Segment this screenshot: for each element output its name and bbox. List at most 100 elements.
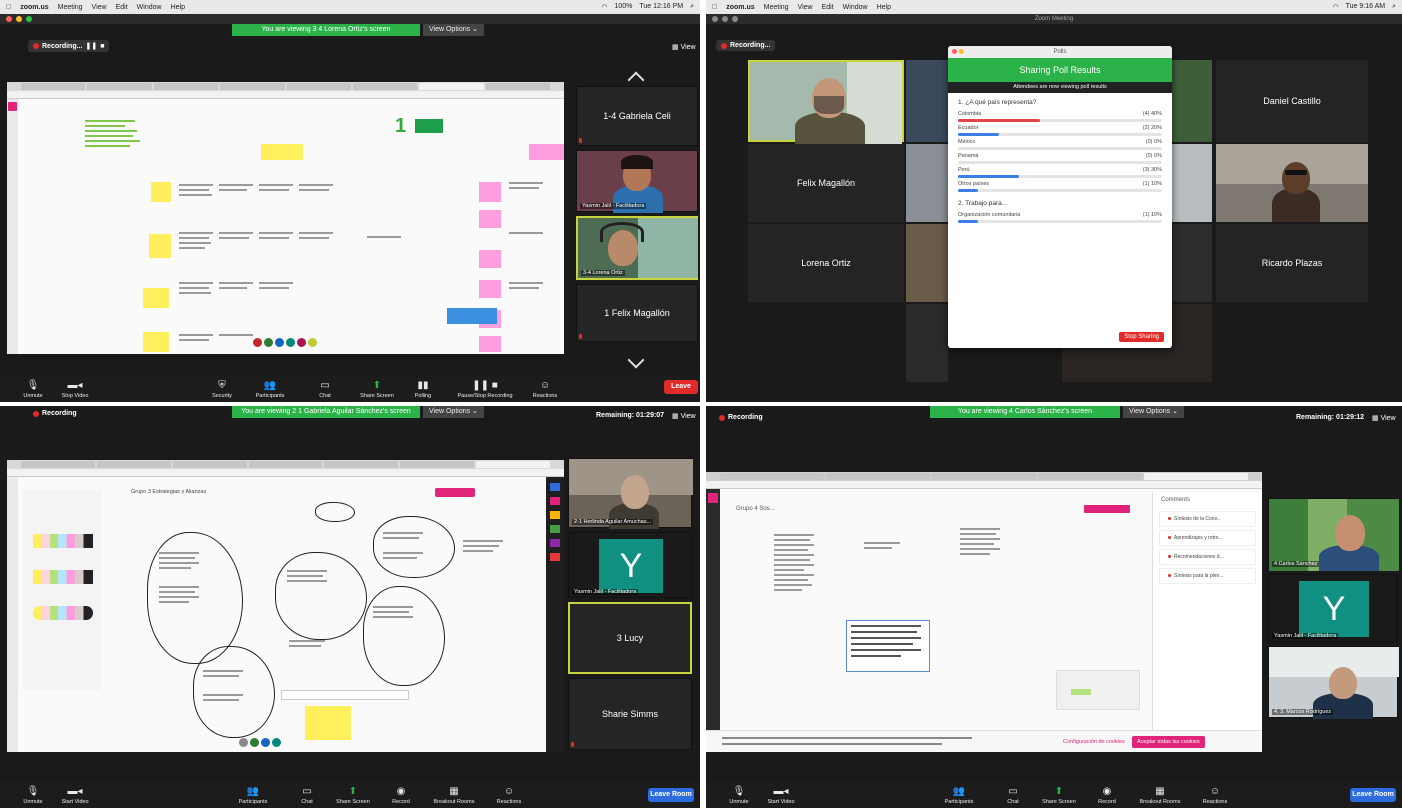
menu-window[interactable]: Window <box>137 4 162 11</box>
battery-status[interactable]: 100% <box>614 3 632 11</box>
wifi-icon[interactable]: ◠ <box>1333 3 1339 11</box>
view-button[interactable]: ▦ View <box>672 43 696 51</box>
participant-tile[interactable]: Lorena Ortiz <box>748 224 904 302</box>
app-menu[interactable]: zoom.us <box>726 4 754 11</box>
active-speaker-video[interactable]: 3-4 Lorena Ortiz <box>576 216 698 280</box>
comment-item[interactable]: Síntesis de la Conv... <box>1159 511 1256 527</box>
accept-cookies-button[interactable]: Aceptar todas las cookies <box>1132 736 1205 748</box>
participants-button[interactable]: 👥 Participants <box>245 380 295 399</box>
chat-button[interactable]: ▭ Chat <box>988 786 1038 805</box>
menubar-clock[interactable]: Tue 9:16 AM <box>1346 3 1385 11</box>
sticky-note[interactable] <box>479 210 501 228</box>
search-icon[interactable]: ⌕ <box>1392 3 1396 11</box>
shared-screen[interactable]: Grupo 4 Sos... Comments Síntesis de la C… <box>706 472 1262 752</box>
menu-meeting[interactable]: Meeting <box>58 4 83 11</box>
participant-video[interactable]: Yasmin Jalil - Facilitadora <box>576 150 698 213</box>
sticky-edit-toolbar[interactable] <box>281 690 409 700</box>
view-options-button[interactable]: View Options ⌄ <box>423 406 484 418</box>
view-options-button[interactable]: View Options ⌄ <box>1123 406 1184 418</box>
reactions-button[interactable]: ☺ Reactions <box>520 380 570 399</box>
miro-toolbar[interactable] <box>706 489 720 730</box>
start-video-button[interactable]: ▬◂ Start Video <box>50 786 100 805</box>
board-share-button[interactable] <box>1084 505 1130 513</box>
menu-help[interactable]: Help <box>171 4 185 11</box>
apple-menu-icon[interactable]:  <box>712 4 717 11</box>
sticky-note[interactable] <box>143 332 169 352</box>
comment-item[interactable]: Aprendizajes y retro... <box>1159 530 1256 546</box>
sticky-note[interactable] <box>479 280 501 298</box>
security-button[interactable]: ⛨ Security <box>197 380 247 399</box>
breakout-rooms-button[interactable]: ▦ Breakout Rooms <box>424 786 484 805</box>
sticky-note[interactable] <box>143 288 169 308</box>
shared-screen[interactable]: Grupo 3 Estrategias y Alianzas <box>7 460 564 752</box>
participants-button[interactable]: 👥 Participants <box>228 786 278 805</box>
participant-video[interactable]: 4 Carlos Sánchez <box>1268 498 1399 571</box>
cookie-settings-link[interactable]: Configuración de cookies <box>1058 736 1130 748</box>
participant-video[interactable] <box>906 144 948 222</box>
poll-results-window[interactable]: Polls Sharing Poll Results Attendees are… <box>948 46 1172 348</box>
participant-tile[interactable]: Ricardo Plazas <box>1216 224 1368 302</box>
collaborator-avatars[interactable] <box>239 738 281 747</box>
participant-avatar-tile[interactable]: Y Yasmin Jalil - Facilitadora <box>1268 574 1398 642</box>
recording-indicator[interactable]: Recording... <box>716 40 776 51</box>
participant-video[interactable] <box>906 60 948 142</box>
participants-button[interactable]: 👥 Participants <box>934 786 984 805</box>
fullscreen-window-icon[interactable] <box>26 16 32 22</box>
sticky-note[interactable] <box>151 182 171 202</box>
sticky-note[interactable] <box>479 336 501 352</box>
view-options-button[interactable]: View Options ⌄ <box>423 24 484 36</box>
participant-video[interactable] <box>906 224 948 302</box>
color-palette-panel[interactable] <box>23 490 101 690</box>
participant-tile[interactable]: Daniel Castillo <box>1216 60 1368 142</box>
participant-video[interactable] <box>1172 60 1212 142</box>
share-screen-button[interactable]: ⬆ Share Screen <box>352 380 402 399</box>
participant-video[interactable] <box>1172 224 1212 302</box>
stop-icon[interactable]: ■ <box>100 43 104 50</box>
menu-view[interactable]: View <box>92 4 107 11</box>
chat-button[interactable]: ▭ Chat <box>282 786 332 805</box>
browser-address-bar[interactable] <box>7 469 564 477</box>
comments-panel[interactable]: Comments Síntesis de la Conv... Aprendiza… <box>1152 492 1262 730</box>
shared-screen[interactable]: 1 <box>7 82 564 354</box>
menu-window[interactable]: Window <box>843 4 868 11</box>
close-window-icon[interactable] <box>6 16 12 22</box>
minimap[interactable] <box>1056 670 1140 710</box>
record-button[interactable]: ◉ Record <box>1082 786 1132 805</box>
participant-video[interactable] <box>1172 144 1212 222</box>
participant-tile[interactable]: 1-4 Gabriela Celi <box>576 86 698 146</box>
recording-indicator[interactable]: Recording... ❚❚ ■ <box>28 40 110 52</box>
sticky-note[interactable] <box>149 234 171 258</box>
breakout-rooms-button[interactable]: ▦ Breakout Rooms <box>1130 786 1190 805</box>
menubar-clock[interactable]: Tue 12:16 PM <box>639 3 683 11</box>
stop-sharing-button[interactable]: Stop Sharing <box>1119 332 1164 342</box>
participant-video[interactable] <box>1216 144 1368 222</box>
minimize-poll-icon[interactable] <box>959 49 964 54</box>
comment-item[interactable]: Síntesis para la plen... <box>1159 568 1256 584</box>
close-poll-icon[interactable] <box>952 49 957 54</box>
minimize-window-icon[interactable] <box>722 16 728 22</box>
browser-address-bar[interactable] <box>7 91 564 99</box>
start-video-button[interactable]: ▬◂ Start Video <box>756 786 806 805</box>
active-speaker-tile[interactable]: 3 Lucy <box>568 602 692 674</box>
participant-tile[interactable]: Felix Magallón <box>748 144 904 222</box>
reactions-button[interactable]: ☺ Reactions <box>484 786 534 805</box>
sticky-note[interactable] <box>261 144 303 160</box>
app-menu[interactable]: zoom.us <box>20 4 48 11</box>
sticky-note[interactable] <box>305 706 351 740</box>
board-share-button[interactable] <box>435 488 475 497</box>
leave-room-button[interactable]: Leave Room <box>648 788 694 802</box>
pause-stop-recording-button[interactable]: ❚❚ ■ Pause/Stop Recording <box>450 380 520 399</box>
collaborator-avatars[interactable] <box>253 338 317 347</box>
recording-indicator[interactable]: Recording <box>28 408 82 419</box>
sticky-note[interactable] <box>479 250 501 268</box>
participant-video[interactable]: 2-1 Herlinda Aguilar Amuchas... <box>568 458 693 529</box>
record-button[interactable]: ◉ Record <box>376 786 426 805</box>
apple-menu-icon[interactable]:  <box>6 4 11 11</box>
view-button[interactable]: ▦ View <box>672 412 696 420</box>
comment-card[interactable] <box>447 308 497 324</box>
menu-edit[interactable]: Edit <box>822 4 834 11</box>
menu-meeting[interactable]: Meeting <box>764 4 789 11</box>
leave-room-button[interactable]: Leave Room <box>1350 788 1396 802</box>
participant-video[interactable]: 4. 3. Marcos Rodríguez <box>1268 646 1399 719</box>
participant-tile[interactable]: Sharie Simms <box>568 678 692 750</box>
